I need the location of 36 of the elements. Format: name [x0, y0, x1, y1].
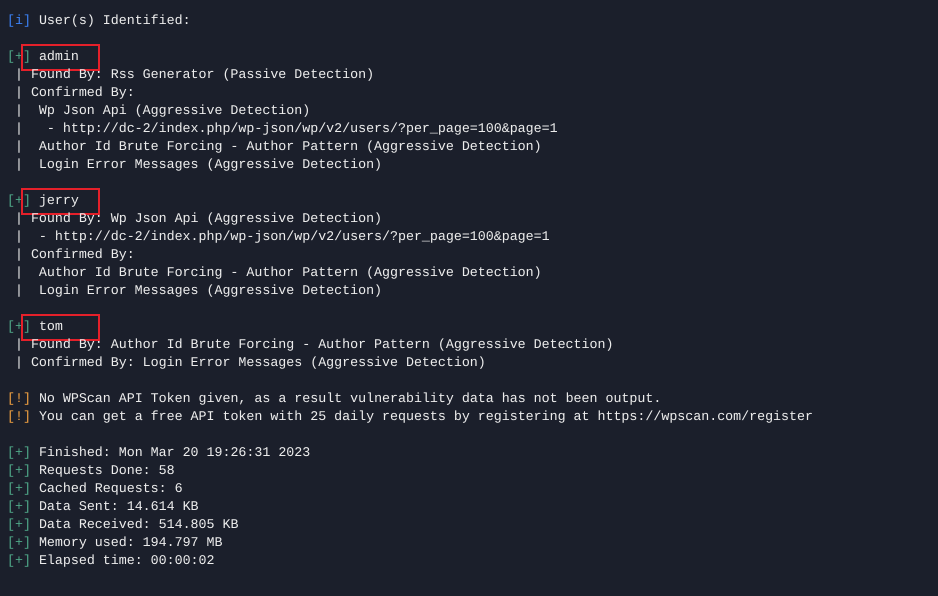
status-prefix: [+]	[7, 462, 31, 480]
output-text: Data Received: 514.805 KB	[38, 516, 238, 534]
status-prefix: [+]	[7, 516, 31, 534]
output-text: | - http://dc-2/index.php/wp-json/wp/v2/users/?per_page=100&page=1	[14, 120, 558, 138]
status-prefix: [+]	[7, 480, 31, 498]
output-text: Elapsed time: 00:00:02	[38, 552, 214, 570]
output-text: | Confirmed By:	[14, 84, 135, 102]
output-text: | Login Error Messages (Aggressive Detection)	[14, 156, 382, 174]
output-text: tom	[38, 318, 63, 336]
status-prefix: [+]	[7, 534, 31, 552]
status-prefix: [i]	[7, 12, 31, 30]
output-text: | - http://dc-2/index.php/wp-json/wp/v2/users/?per_page=100&page=1	[14, 228, 550, 246]
output-text: Data Sent: 14.614 KB	[38, 498, 199, 516]
output-text: No WPScan API Token given, as a result vulnerability data has not been output.	[38, 390, 662, 408]
output-text: User(s) Identified:	[38, 12, 191, 30]
status-prefix: [!]	[7, 390, 31, 408]
output-text: | Author Id Brute Forcing - Author Pattern (Aggressive Detection)	[14, 138, 542, 156]
status-prefix: [+]	[7, 444, 31, 462]
output-text: | Confirmed By: Login Error Messages (Aggressive Detection)	[14, 354, 486, 372]
output-text: Memory used: 194.797 MB	[38, 534, 222, 552]
status-prefix: [!]	[7, 408, 31, 426]
output-text: Finished: Mon Mar 20 19:26:31 2023	[38, 444, 310, 462]
output-text: | Found By: Author Id Brute Forcing - Author Pattern (Aggressive Detection)	[14, 336, 614, 354]
output-text: | Login Error Messages (Aggressive Detection)	[14, 282, 382, 300]
output-text: | Wp Json Api (Aggressive Detection)	[14, 102, 310, 120]
output-text: | Found By: Rss Generator (Passive Detection)	[14, 66, 374, 84]
output-text: | Author Id Brute Forcing - Author Pattern (Aggressive Detection)	[14, 264, 542, 282]
status-prefix: [+]	[7, 498, 31, 516]
output-text: | Confirmed By:	[14, 246, 135, 264]
output-text: | Found By: Wp Json Api (Aggressive Detection)	[14, 210, 382, 228]
output-text: You can get a free API token with 25 daily requests by registering at https://wpscan.com/register	[38, 408, 813, 426]
output-text: Cached Requests: 6	[38, 480, 183, 498]
output-text: jerry	[38, 192, 79, 210]
output-text: Requests Done: 58	[38, 462, 175, 480]
status-prefix: [+]	[7, 552, 31, 570]
output-text: admin	[38, 48, 79, 66]
